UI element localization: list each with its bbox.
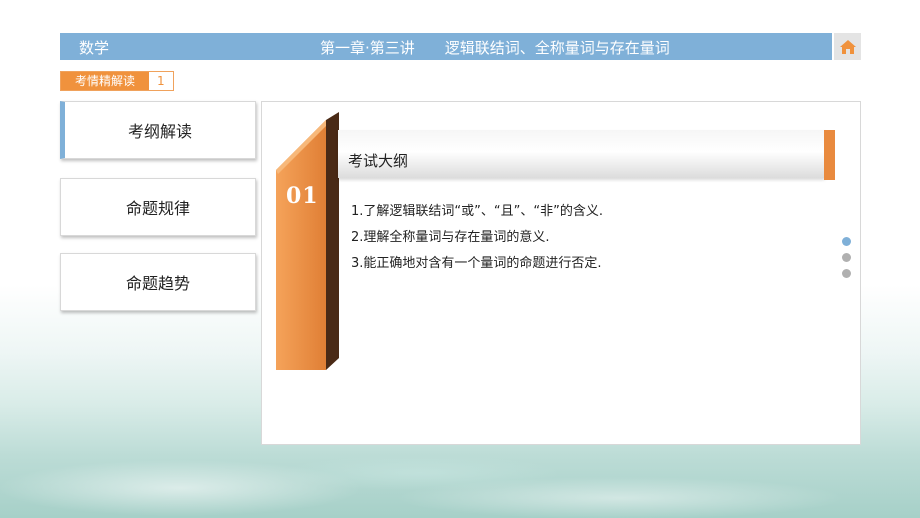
subject-title: 数学: [79, 39, 110, 57]
page-dot-2[interactable]: [842, 253, 851, 262]
sidebar-item-rules[interactable]: 命题规律: [60, 178, 256, 236]
list-item: 1.了解逻辑联结词“或”、“且”、“非”的含义.: [351, 204, 603, 219]
breadcrumb-label: 考情精解读: [61, 72, 150, 90]
outline-list: 1.了解逻辑联结词“或”、“且”、“非”的含义. 2.理解全称量词与存在量词的意…: [351, 203, 603, 281]
sidebar-item-label: 命题趋势: [125, 274, 190, 293]
sidebar-item-outline[interactable]: 考纲解读: [60, 101, 256, 159]
sidebar-item-label: 考纲解读: [127, 122, 192, 141]
header-accent: [824, 130, 835, 180]
page-dot-3[interactable]: [842, 269, 851, 278]
top-bar: 数学 第一章·第三讲 逻辑联结词、全称量词与存在量词: [60, 33, 832, 60]
section-number: 01: [286, 183, 319, 209]
sidebar-item-label: 命题规律: [125, 199, 190, 218]
section-title: 考试大纲: [348, 152, 409, 170]
home-icon: [839, 39, 856, 54]
sidebar-item-trends[interactable]: 命题趋势: [60, 253, 256, 311]
chapter-title: 第一章·第三讲 逻辑联结词、全称量词与存在量词: [320, 39, 670, 57]
section-header: 考试大纲: [338, 130, 825, 178]
breadcrumb: 考情精解读 1: [60, 71, 174, 91]
home-button[interactable]: [834, 33, 861, 60]
list-item: 3.能正确地对含有一个量词的命题进行否定.: [351, 256, 602, 271]
list-item: 2.理解全称量词与存在量词的意义.: [351, 230, 550, 245]
breadcrumb-page-number: 1: [149, 72, 173, 90]
page-indicator: [842, 237, 851, 285]
page-dot-1[interactable]: [842, 237, 851, 246]
